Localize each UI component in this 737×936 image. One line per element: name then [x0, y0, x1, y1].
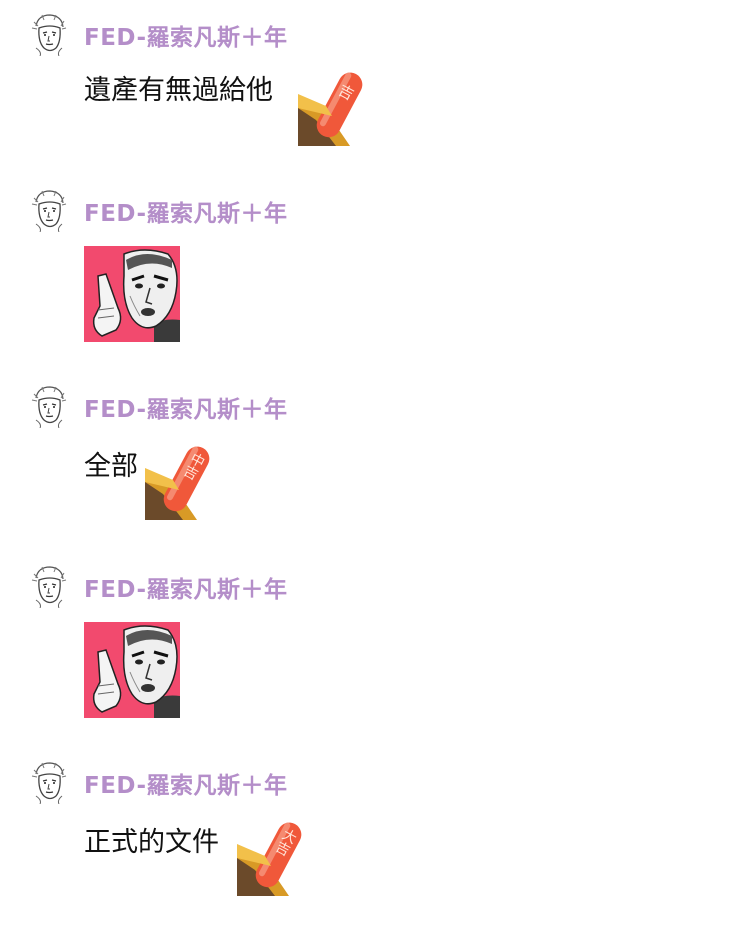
message-text: 遺產有無過給他 — [84, 75, 273, 106]
sketch-face-avatar-icon — [31, 566, 67, 609]
sketch-face-avatar-icon — [31, 14, 67, 57]
author-name[interactable]: FED-羅索凡斯＋年 — [84, 570, 288, 604]
pointing-man-meme-icon — [84, 622, 180, 718]
fortune-stick-icon: 中吉 — [145, 446, 210, 520]
avatar[interactable] — [28, 564, 70, 609]
sketch-face-avatar-icon — [31, 762, 67, 805]
message-text: 全部 — [84, 451, 138, 482]
fortune-stick-sticker: 吉 — [296, 68, 374, 148]
fortune-stick-icon: 大吉 — [237, 822, 302, 896]
pointing-man-meme-icon — [84, 246, 180, 342]
pointing-man-meme-sticker — [84, 246, 180, 342]
message: FED-羅索凡斯＋年 全部 中吉 — [0, 384, 737, 524]
pointing-man-meme-sticker — [84, 622, 180, 718]
author-name[interactable]: FED-羅索凡斯＋年 — [84, 194, 288, 228]
message-text: 正式的文件 — [84, 827, 219, 858]
message: FED-羅索凡斯＋年 — [0, 564, 737, 724]
message: FED-羅索凡斯＋年 遺產有無過給他 吉 — [0, 12, 737, 152]
sketch-face-avatar-icon — [31, 190, 67, 233]
message: FED-羅索凡斯＋年 — [0, 188, 737, 348]
avatar[interactable] — [28, 12, 70, 57]
fortune-stick-sticker: 大吉 — [235, 818, 313, 898]
author-name[interactable]: FED-羅索凡斯＋年 — [84, 766, 288, 800]
author-name[interactable]: FED-羅索凡斯＋年 — [84, 18, 288, 52]
avatar[interactable] — [28, 760, 70, 805]
avatar[interactable] — [28, 384, 70, 429]
avatar[interactable] — [28, 188, 70, 233]
author-name[interactable]: FED-羅索凡斯＋年 — [84, 390, 288, 424]
fortune-stick-icon: 吉 — [298, 72, 363, 146]
sketch-face-avatar-icon — [31, 386, 67, 429]
message: FED-羅索凡斯＋年 正式的文件 大吉 — [0, 760, 737, 910]
fortune-stick-sticker: 中吉 — [143, 442, 221, 522]
